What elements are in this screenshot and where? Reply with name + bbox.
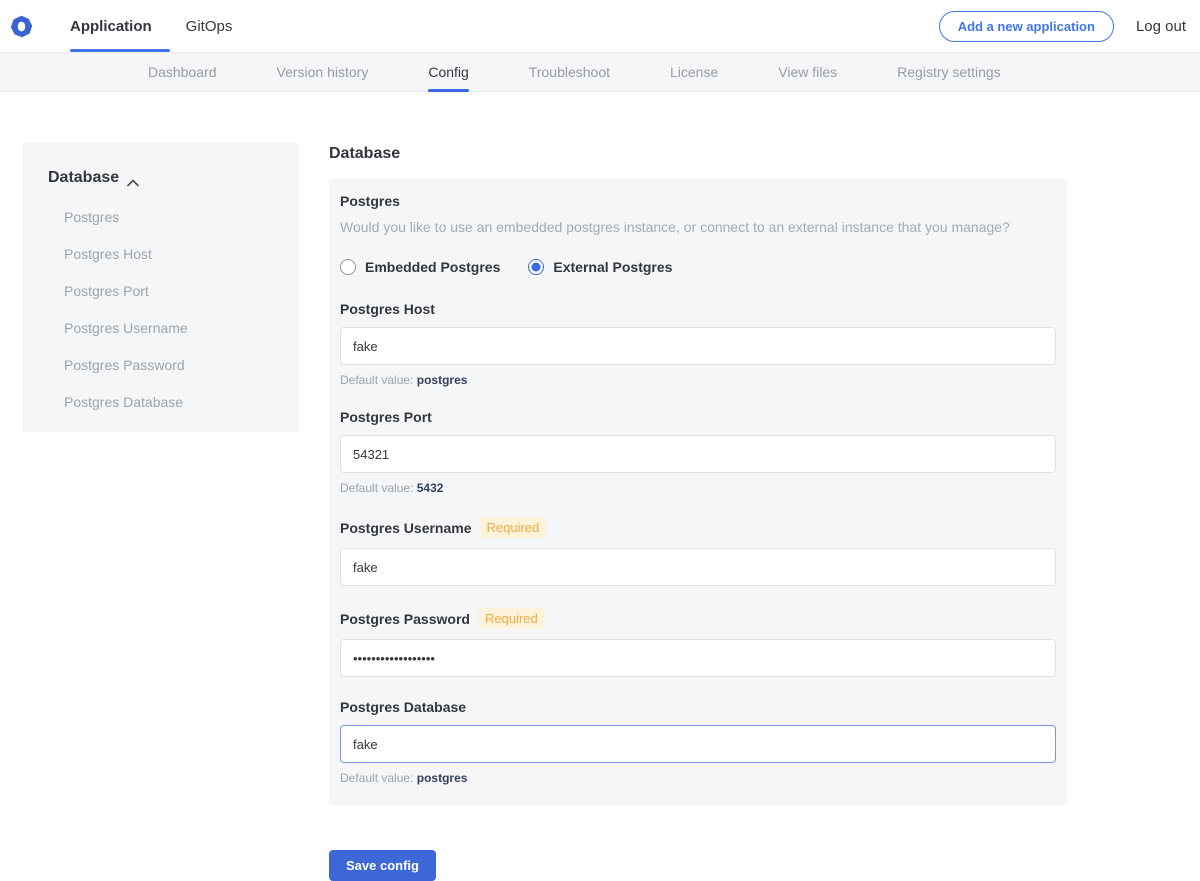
app-logo-icon <box>10 15 33 38</box>
postgres-host-label: Postgres Host <box>340 301 435 317</box>
app-logo[interactable] <box>0 15 70 38</box>
subnav-tab-dashboard-label: Dashboard <box>148 64 217 80</box>
postgres-password-required-badge: Required <box>478 608 545 629</box>
subnav-tab-version-history[interactable]: Version history <box>277 53 369 91</box>
postgres-username-input[interactable] <box>340 548 1056 586</box>
radio-external-postgres-circle[interactable] <box>528 259 544 275</box>
postgres-database-default-value: postgres <box>417 771 468 785</box>
sidebar-item-postgres-port[interactable]: Postgres Port <box>48 283 279 299</box>
config-sidebar: Database Postgres Postgres Host Postgres… <box>22 143 299 432</box>
postgres-database-input[interactable] <box>340 725 1056 763</box>
postgres-password-input[interactable] <box>340 639 1056 677</box>
radio-embedded-postgres-label: Embedded Postgres <box>365 259 500 275</box>
subnav-tab-registry-settings-label: Registry settings <box>897 64 1000 80</box>
postgres-username-label: Postgres Username <box>340 520 472 536</box>
save-config-button[interactable]: Save config <box>329 850 436 881</box>
subnav-tab-config-label: Config <box>428 64 468 80</box>
postgres-radio-group: Embedded Postgres External Postgres <box>340 259 1056 275</box>
sidebar-group-database-label: Database <box>48 169 119 187</box>
sidebar-item-postgres-host[interactable]: Postgres Host <box>48 246 279 262</box>
postgres-host-default-prefix: Default value: <box>340 373 413 387</box>
postgres-database-label: Postgres Database <box>340 699 466 715</box>
radio-embedded-postgres-circle[interactable] <box>340 259 356 275</box>
postgres-item-label: Postgres <box>340 193 400 209</box>
subnav-tab-version-history-label: Version history <box>277 64 369 80</box>
sidebar-group-database[interactable]: Database <box>48 169 279 187</box>
field-postgres-username: Postgres Username Required <box>340 517 1056 586</box>
postgres-port-default-value: 5432 <box>417 481 444 495</box>
sidebar-item-postgres-username[interactable]: Postgres Username <box>48 320 279 336</box>
subnav-tab-view-files-label: View files <box>778 64 837 80</box>
subnav-tab-license-label: License <box>670 64 718 80</box>
config-group-title: Database <box>329 145 1067 163</box>
postgres-database-default-prefix: Default value: <box>340 771 413 785</box>
header-tab-gitops[interactable]: GitOps <box>186 0 233 52</box>
radio-external-postgres-label: External Postgres <box>553 259 672 275</box>
sidebar-item-postgres[interactable]: Postgres <box>48 209 279 225</box>
subnav-tab-license[interactable]: License <box>670 53 718 91</box>
postgres-host-default-helper: Default value: postgres <box>340 373 1056 387</box>
top-header: Application GitOps Add a new application… <box>0 0 1200 52</box>
add-application-button[interactable]: Add a new application <box>939 11 1114 42</box>
subnav-tab-troubleshoot-label: Troubleshoot <box>529 64 610 80</box>
subnav-tab-config[interactable]: Config <box>428 53 468 91</box>
subnav-tab-troubleshoot[interactable]: Troubleshoot <box>529 53 610 91</box>
header-tab-application-label: Application <box>70 18 152 35</box>
subnav-tab-registry-settings[interactable]: Registry settings <box>897 53 1000 91</box>
radio-embedded-postgres[interactable]: Embedded Postgres <box>340 259 500 275</box>
header-right: Add a new application Log out <box>939 11 1200 42</box>
postgres-port-input[interactable] <box>340 435 1056 473</box>
postgres-database-default-helper: Default value: postgres <box>340 771 1056 785</box>
logout-link[interactable]: Log out <box>1136 18 1186 35</box>
subnav: Dashboard Version history Config Trouble… <box>0 52 1200 92</box>
postgres-username-required-badge: Required <box>480 517 547 538</box>
field-postgres-host: Postgres Host Default value: postgres <box>340 301 1056 387</box>
field-postgres-database: Postgres Database Default value: postgre… <box>340 699 1056 785</box>
sidebar-item-postgres-password[interactable]: Postgres Password <box>48 357 279 373</box>
postgres-password-label: Postgres Password <box>340 611 470 627</box>
subnav-tab-view-files[interactable]: View files <box>778 53 837 91</box>
postgres-port-default-prefix: Default value: <box>340 481 413 495</box>
header-tab-gitops-label: GitOps <box>186 18 233 35</box>
chevron-up-icon <box>127 174 139 182</box>
postgres-host-input[interactable] <box>340 327 1056 365</box>
config-main: Database Postgres Would you like to use … <box>329 143 1067 881</box>
postgres-item-description: Would you like to use an embedded postgr… <box>340 219 1056 235</box>
postgres-host-default-value: postgres <box>417 373 468 387</box>
config-panel: Postgres Would you like to use an embedd… <box>329 179 1067 805</box>
postgres-port-label: Postgres Port <box>340 409 432 425</box>
subnav-tab-dashboard[interactable]: Dashboard <box>148 53 217 91</box>
postgres-port-default-helper: Default value: 5432 <box>340 481 1056 495</box>
sidebar-item-postgres-database[interactable]: Postgres Database <box>48 394 279 410</box>
header-tab-application[interactable]: Application <box>70 0 152 52</box>
radio-external-postgres[interactable]: External Postgres <box>528 259 672 275</box>
field-postgres-port: Postgres Port Default value: 5432 <box>340 409 1056 495</box>
field-postgres-password: Postgres Password Required <box>340 608 1056 677</box>
header-tabs: Application GitOps <box>70 0 232 52</box>
